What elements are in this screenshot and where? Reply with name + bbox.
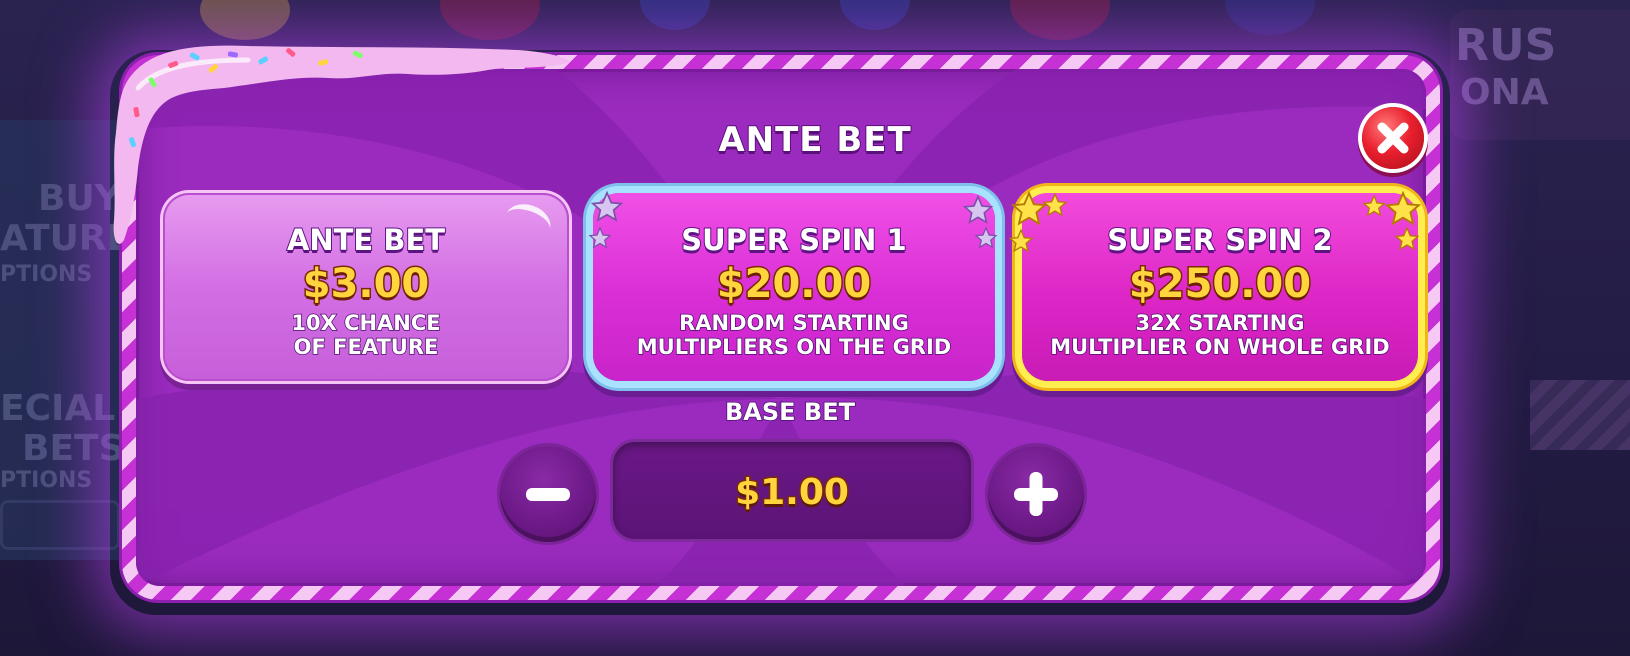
bg-fruit-gummy [840, 0, 910, 30]
plus-icon [1014, 472, 1058, 516]
close-x-icon [1377, 122, 1409, 154]
star-icon [1362, 194, 1386, 217]
option-title: ANTE BET [286, 222, 446, 258]
star-icon [1394, 226, 1420, 251]
bg-logo-text: ONA [1460, 72, 1549, 113]
ante-bet-option[interactable]: ANTE BET $3.00 10X CHANCE OF FEATURE [163, 193, 569, 381]
star-icon [588, 226, 612, 249]
super-spin-1-option[interactable]: SUPER SPIN 1 $20.00 RANDOM STARTING MULT… [593, 193, 995, 381]
bg-options-text: PTIONS [0, 468, 93, 493]
base-bet-value: $1.00 [734, 471, 851, 515]
bg-fruit-gummy [640, 0, 710, 30]
option-price: $250.00 [1127, 260, 1312, 309]
minus-icon [526, 488, 570, 501]
star-icon [1384, 190, 1422, 226]
base-bet-label: BASE BET [724, 397, 855, 427]
star-icon [1008, 228, 1034, 253]
option-description: 32X STARTING MULTIPLIER ON WHOLE GRID [1050, 310, 1391, 360]
option-price: $20.00 [715, 260, 872, 309]
option-title: SUPER SPIN 2 [1106, 222, 1333, 258]
close-button[interactable] [1362, 107, 1424, 169]
increase-bet-button[interactable] [988, 446, 1084, 542]
base-bet-display: $1.00 [613, 442, 971, 539]
bg-options-text: PTIONS [0, 262, 93, 287]
star-icon [962, 194, 994, 224]
bg-fruit-heart [1010, 0, 1110, 40]
bg-fruit-grape [1225, 0, 1315, 35]
option-title: SUPER SPIN 1 [680, 222, 907, 258]
super-spin-2-option[interactable]: SUPER SPIN 2 $250.00 32X STARTING MULTIP… [1022, 193, 1418, 381]
star-icon [974, 226, 998, 249]
star-icon [1042, 192, 1068, 217]
bg-fruit-banana [200, 0, 290, 40]
bg-buy-text: BUY [38, 178, 121, 219]
option-price: $3.00 [301, 260, 431, 309]
bg-fruit-cherry [440, 0, 540, 40]
bg-slot-box [0, 500, 120, 550]
decrease-bet-button[interactable] [500, 446, 596, 542]
option-description: RANDOM STARTING MULTIPLIERS ON THE GRID [636, 310, 952, 360]
bg-logo-text: RUS [1455, 20, 1557, 71]
star-icon [590, 190, 624, 222]
option-description: 10X CHANCE OF FEATURE [291, 310, 442, 360]
